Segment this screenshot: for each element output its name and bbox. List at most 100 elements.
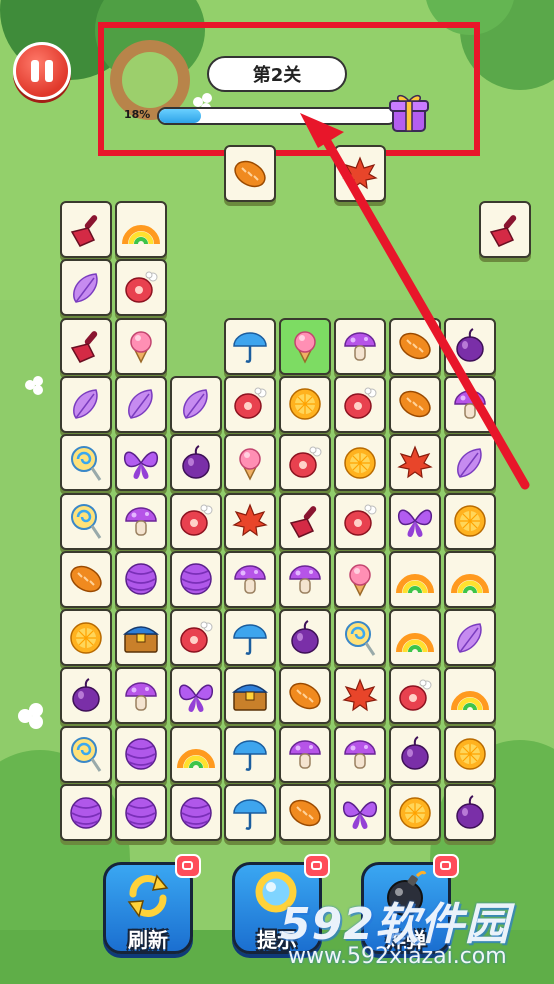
orange-icon bbox=[453, 738, 486, 770]
tile-mushroom[interactable] bbox=[334, 725, 386, 783]
tile-bread[interactable] bbox=[279, 784, 332, 841]
tile-rainbow[interactable] bbox=[169, 725, 222, 783]
orange-icon bbox=[453, 505, 486, 537]
tile-orange[interactable] bbox=[334, 434, 386, 492]
tile-orange[interactable] bbox=[443, 492, 496, 550]
tile-onion[interactable] bbox=[443, 784, 496, 841]
tile-rainbow[interactable] bbox=[443, 550, 496, 608]
butterfly-icon bbox=[178, 684, 213, 712]
tile-rainbow[interactable] bbox=[388, 550, 441, 608]
tile-ice-cream[interactable] bbox=[279, 317, 332, 375]
orange-icon bbox=[344, 446, 376, 479]
umbrella-icon bbox=[233, 332, 268, 363]
video-ad-icon bbox=[175, 854, 201, 878]
tile-onion[interactable] bbox=[279, 609, 332, 667]
mushroom-icon bbox=[344, 740, 376, 769]
tile-rainbow[interactable] bbox=[388, 609, 441, 667]
tile-bread[interactable] bbox=[60, 550, 112, 608]
feather-icon bbox=[73, 389, 98, 420]
tile-maple-leaf[interactable] bbox=[334, 145, 386, 202]
orange-icon bbox=[289, 388, 321, 421]
tile-mushroom[interactable] bbox=[224, 550, 277, 608]
tile-umbrella[interactable] bbox=[224, 725, 277, 783]
tile-feather[interactable] bbox=[169, 375, 222, 433]
tile-orange[interactable] bbox=[443, 725, 496, 783]
tile-butterfly[interactable] bbox=[169, 667, 222, 725]
tile-butterfly[interactable] bbox=[334, 784, 386, 841]
tile-meat[interactable] bbox=[334, 492, 386, 550]
tile-shovel[interactable] bbox=[479, 201, 532, 258]
tile-orange[interactable] bbox=[60, 609, 112, 667]
refresh-button[interactable]: 刷新 bbox=[103, 854, 201, 954]
tile-rainbow[interactable] bbox=[443, 667, 496, 725]
tile-treasure-chest[interactable] bbox=[114, 609, 167, 667]
tile-yarn-ball[interactable] bbox=[169, 550, 222, 608]
tile-orange[interactable] bbox=[388, 784, 441, 841]
mushroom-icon bbox=[234, 565, 267, 595]
tile-shovel[interactable] bbox=[279, 492, 332, 550]
tile-mushroom[interactable] bbox=[114, 667, 167, 725]
tile-lollipop[interactable] bbox=[60, 492, 112, 550]
tile-shovel[interactable] bbox=[60, 201, 112, 258]
butterfly-icon bbox=[123, 451, 158, 479]
tile-feather[interactable] bbox=[443, 434, 496, 492]
tile-feather[interactable] bbox=[60, 259, 112, 317]
tile-onion[interactable] bbox=[443, 317, 496, 375]
tile-maple-leaf[interactable] bbox=[388, 434, 441, 492]
lollipop-icon bbox=[71, 737, 102, 773]
yarn-ball-icon bbox=[125, 796, 157, 829]
tile-bread[interactable] bbox=[279, 667, 332, 725]
tile-yarn-ball[interactable] bbox=[114, 725, 167, 783]
tile-lollipop[interactable] bbox=[60, 725, 112, 783]
tile-meat[interactable] bbox=[388, 667, 441, 725]
tile-feather[interactable] bbox=[443, 609, 496, 667]
tile-butterfly[interactable] bbox=[388, 492, 441, 550]
tile-feather[interactable] bbox=[114, 375, 167, 433]
tile-ice-cream[interactable] bbox=[334, 550, 386, 608]
meat-icon bbox=[179, 504, 213, 536]
tile-butterfly[interactable] bbox=[114, 434, 167, 492]
tile-ice-cream[interactable] bbox=[114, 317, 167, 375]
maple-leaf-icon bbox=[342, 155, 378, 189]
tile-bread[interactable] bbox=[224, 145, 277, 202]
tile-lollipop[interactable] bbox=[334, 609, 386, 667]
tile-mushroom[interactable] bbox=[334, 317, 386, 375]
tile-maple-leaf[interactable] bbox=[224, 492, 277, 550]
tile-umbrella[interactable] bbox=[224, 784, 277, 841]
tile-onion[interactable] bbox=[388, 725, 441, 783]
tile-shovel[interactable] bbox=[60, 317, 112, 375]
tile-mushroom[interactable] bbox=[114, 492, 167, 550]
tile-bread[interactable] bbox=[388, 317, 441, 375]
hint-button[interactable]: 提示 bbox=[232, 854, 330, 954]
tile-meat[interactable] bbox=[114, 259, 167, 317]
tile-maple-leaf[interactable] bbox=[334, 667, 386, 725]
tile-lollipop[interactable] bbox=[60, 434, 112, 492]
feather-icon bbox=[127, 389, 153, 420]
tile-feather[interactable] bbox=[60, 375, 112, 433]
mushroom-icon bbox=[453, 390, 486, 420]
yarn-ball-icon bbox=[179, 796, 212, 829]
tile-onion[interactable] bbox=[60, 667, 112, 725]
tile-umbrella[interactable] bbox=[224, 609, 277, 667]
tile-meat[interactable] bbox=[169, 492, 222, 550]
tile-bread[interactable] bbox=[388, 375, 441, 433]
tile-yarn-ball[interactable] bbox=[114, 550, 167, 608]
tile-umbrella[interactable] bbox=[224, 317, 277, 375]
tile-treasure-chest[interactable] bbox=[224, 667, 277, 725]
tile-meat[interactable] bbox=[279, 434, 332, 492]
tile-yarn-ball[interactable] bbox=[60, 784, 112, 841]
meat-icon bbox=[344, 387, 377, 420]
tile-meat[interactable] bbox=[334, 375, 386, 433]
tile-yarn-ball[interactable] bbox=[169, 784, 222, 841]
tile-rainbow[interactable] bbox=[114, 201, 167, 258]
tile-mushroom[interactable] bbox=[279, 725, 332, 783]
tile-mushroom[interactable] bbox=[443, 375, 496, 433]
tile-yarn-ball[interactable] bbox=[114, 784, 167, 841]
tile-mushroom[interactable] bbox=[279, 550, 332, 608]
bomb-button[interactable]: 炸弹 bbox=[361, 854, 459, 954]
tile-meat[interactable] bbox=[224, 375, 277, 433]
tile-meat[interactable] bbox=[169, 609, 222, 667]
tile-ice-cream[interactable] bbox=[224, 434, 277, 492]
tile-orange[interactable] bbox=[279, 375, 332, 433]
tile-onion[interactable] bbox=[169, 434, 222, 492]
